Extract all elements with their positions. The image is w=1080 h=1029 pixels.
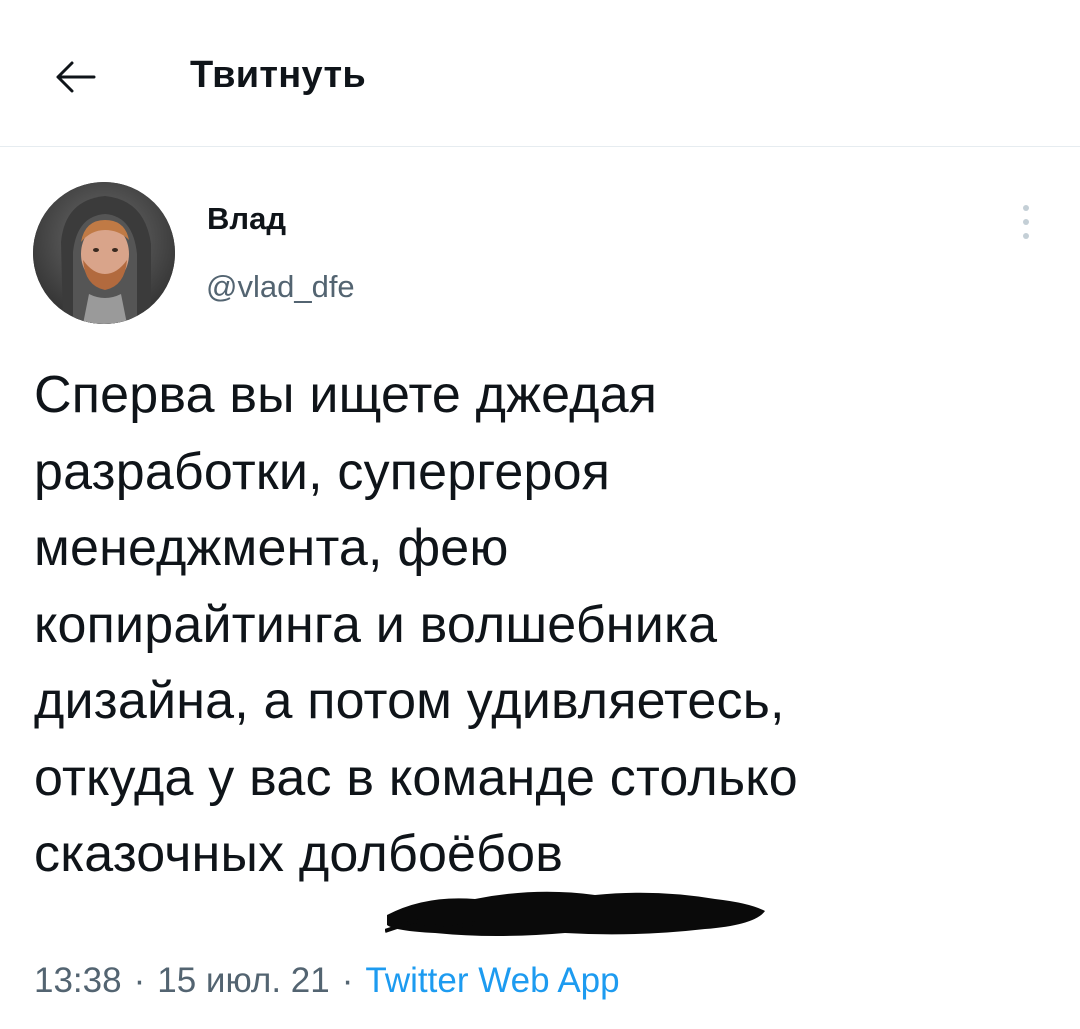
arrow-left-icon bbox=[56, 61, 96, 93]
tweet-text-line: откуда у вас в команде столько bbox=[34, 748, 798, 807]
author-handle[interactable]: @vlad_dfe bbox=[206, 268, 355, 306]
meta-separator: · bbox=[133, 961, 146, 1000]
tweet-text-line: Сперва вы ищете джедая bbox=[34, 366, 658, 424]
tweet-source-link[interactable]: Twitter Web App bbox=[365, 961, 619, 1000]
vertical-ellipsis-icon bbox=[1023, 205, 1029, 239]
user-avatar-icon bbox=[33, 182, 175, 324]
top-bar: Твитнуть bbox=[0, 0, 1080, 147]
back-button[interactable] bbox=[46, 48, 104, 106]
tweet-date[interactable]: 15 июл. 21 bbox=[157, 961, 330, 1000]
page-title: Твитнуть bbox=[190, 54, 367, 96]
more-options-button[interactable] bbox=[1008, 200, 1044, 244]
tweet-text-line: дизайна, а потом удивляетесь, bbox=[34, 672, 785, 730]
avatar[interactable] bbox=[33, 182, 175, 324]
tweet-text: Сперва вы ищете джедая разработки, супер… bbox=[34, 357, 1034, 893]
tweet-text-line: копирайтинга и волшебника bbox=[34, 595, 718, 654]
tweet-time[interactable]: 13:38 bbox=[34, 961, 122, 1000]
author-display-name[interactable]: Влад bbox=[207, 200, 286, 238]
tweet-meta: 13:38 · 15 июл. 21 · Twitter Web App bbox=[34, 958, 620, 1004]
tweet-text-line: разработки, супергероя bbox=[34, 442, 611, 501]
meta-separator: · bbox=[341, 961, 354, 1000]
tweet-text-line: сказочных долбоёбов bbox=[34, 825, 564, 883]
tweet-text-line: менеджмента, фею bbox=[34, 519, 509, 577]
censor-scribble bbox=[385, 891, 765, 936]
